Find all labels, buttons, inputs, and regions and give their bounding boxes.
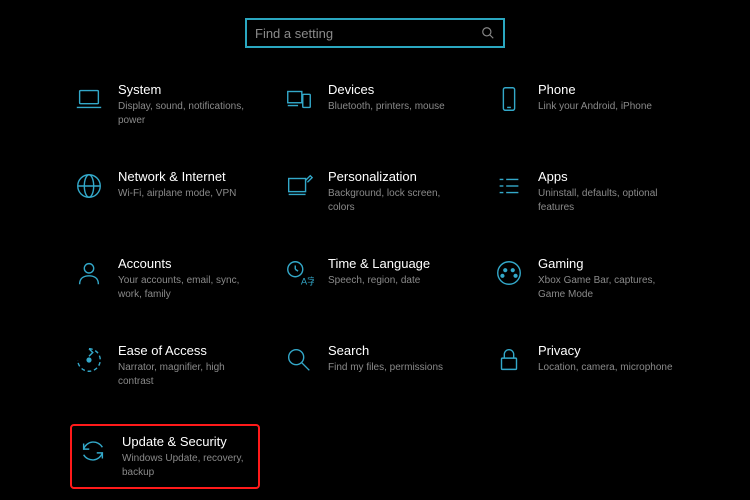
category-update-security[interactable]: Update & Security Windows Update, recover… [70, 424, 260, 489]
category-description: Wi-Fi, airplane mode, VPN [118, 187, 256, 201]
category-text: Personalization Background, lock screen, … [328, 169, 466, 214]
category-time-language[interactable]: A字 Time & Language Speech, region, date [280, 250, 470, 307]
category-text: Phone Link your Android, iPhone [538, 82, 676, 114]
category-search[interactable]: Search Find my files, permissions [280, 337, 470, 394]
settings-grid: System Display, sound, notifications, pow… [0, 76, 750, 489]
search-container [0, 0, 750, 76]
category-apps[interactable]: Apps Uninstall, defaults, optional featur… [490, 163, 680, 220]
category-text: Search Find my files, permissions [328, 343, 466, 375]
category-title: Accounts [118, 256, 256, 271]
category-title: Update & Security [122, 434, 252, 449]
category-text: Network & Internet Wi-Fi, airplane mode, … [118, 169, 256, 201]
search-icon [481, 26, 495, 40]
search-input[interactable] [255, 26, 481, 41]
category-description: Your accounts, email, sync, work, family [118, 274, 256, 301]
category-description: Xbox Game Bar, captures, Game Mode [538, 274, 676, 301]
category-network[interactable]: Network & Internet Wi-Fi, airplane mode, … [70, 163, 260, 220]
category-text: Accounts Your accounts, email, sync, work… [118, 256, 256, 301]
category-title: Gaming [538, 256, 676, 271]
category-description: Windows Update, recovery, backup [122, 452, 252, 479]
category-title: Apps [538, 169, 676, 184]
svg-text:A字: A字 [301, 275, 314, 286]
category-text: Devices Bluetooth, printers, mouse [328, 82, 466, 114]
category-title: Devices [328, 82, 466, 97]
category-privacy[interactable]: Privacy Location, camera, microphone [490, 337, 680, 394]
update-icon [78, 436, 108, 466]
category-title: Network & Internet [118, 169, 256, 184]
gaming-icon [494, 258, 524, 288]
search-box[interactable] [245, 18, 505, 48]
paint-icon [284, 171, 314, 201]
category-title: Personalization [328, 169, 466, 184]
category-title: Search [328, 343, 466, 358]
laptop-icon [74, 84, 104, 114]
category-phone[interactable]: Phone Link your Android, iPhone [490, 76, 680, 133]
category-gaming[interactable]: Gaming Xbox Game Bar, captures, Game Mode [490, 250, 680, 307]
category-system[interactable]: System Display, sound, notifications, pow… [70, 76, 260, 133]
category-description: Uninstall, defaults, optional features [538, 187, 676, 214]
category-description: Speech, region, date [328, 274, 466, 288]
apps-icon [494, 171, 524, 201]
devices-icon [284, 84, 314, 114]
category-devices[interactable]: Devices Bluetooth, printers, mouse [280, 76, 470, 133]
lock-icon [494, 345, 524, 375]
category-text: Ease of Access Narrator, magnifier, high … [118, 343, 256, 388]
category-ease-of-access[interactable]: Ease of Access Narrator, magnifier, high … [70, 337, 260, 394]
category-title: Ease of Access [118, 343, 256, 358]
category-title: Time & Language [328, 256, 466, 271]
category-text: Gaming Xbox Game Bar, captures, Game Mode [538, 256, 676, 301]
category-title: Phone [538, 82, 676, 97]
ease-icon [74, 345, 104, 375]
category-accounts[interactable]: Accounts Your accounts, email, sync, work… [70, 250, 260, 307]
category-description: Link your Android, iPhone [538, 100, 676, 114]
category-description: Bluetooth, printers, mouse [328, 100, 466, 114]
person-icon [74, 258, 104, 288]
category-title: System [118, 82, 256, 97]
category-text: Apps Uninstall, defaults, optional featur… [538, 169, 676, 214]
category-description: Find my files, permissions [328, 361, 466, 375]
category-text: Update & Security Windows Update, recover… [122, 434, 252, 479]
category-description: Background, lock screen, colors [328, 187, 466, 214]
time-lang-icon: A字 [284, 258, 314, 288]
category-personalization[interactable]: Personalization Background, lock screen, … [280, 163, 470, 220]
category-text: Time & Language Speech, region, date [328, 256, 466, 288]
magnify-icon [284, 345, 314, 375]
category-text: Privacy Location, camera, microphone [538, 343, 676, 375]
category-description: Narrator, magnifier, high contrast [118, 361, 256, 388]
globe-icon [74, 171, 104, 201]
category-description: Display, sound, notifications, power [118, 100, 256, 127]
category-text: System Display, sound, notifications, pow… [118, 82, 256, 127]
category-title: Privacy [538, 343, 676, 358]
category-description: Location, camera, microphone [538, 361, 676, 375]
phone-icon [494, 84, 524, 114]
